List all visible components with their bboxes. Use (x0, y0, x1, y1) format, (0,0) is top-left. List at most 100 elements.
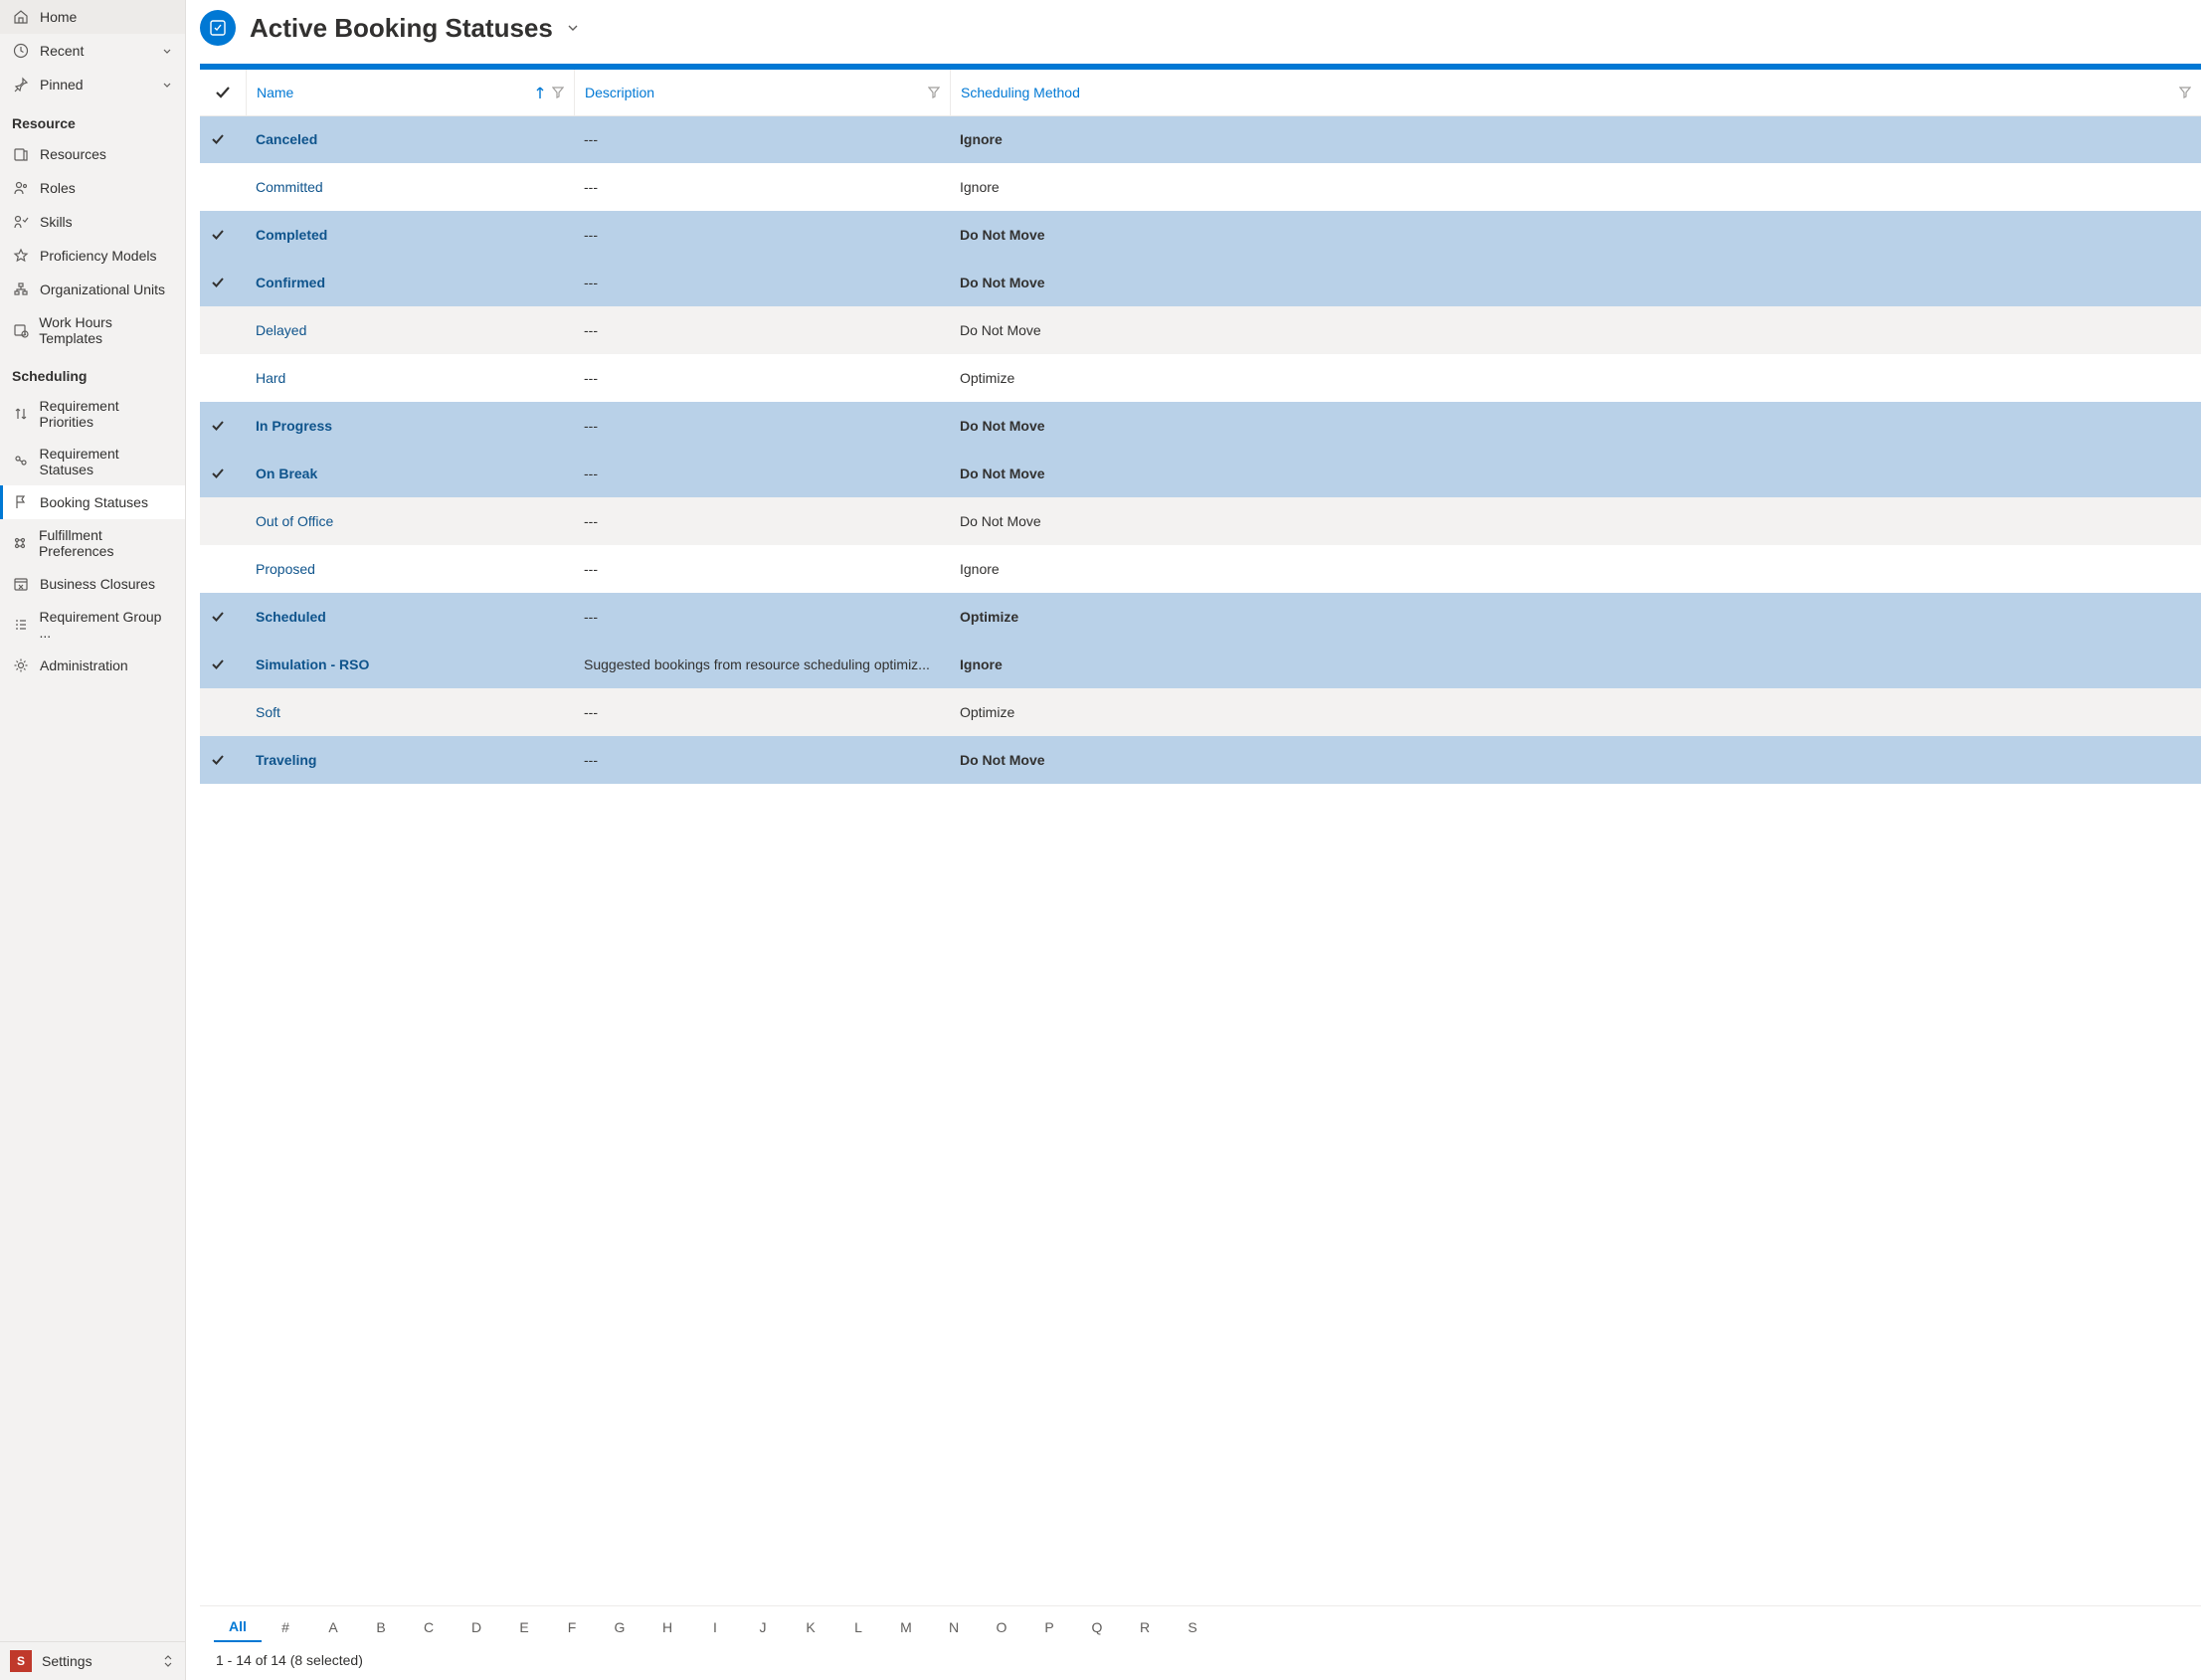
table-row[interactable]: Traveling---Do Not Move (200, 736, 2201, 784)
nav-administration[interactable]: Administration (0, 649, 185, 682)
table-row[interactable]: Scheduled---Optimize (200, 593, 2201, 641)
row-checkbox[interactable] (200, 641, 246, 688)
jump-a[interactable]: A (309, 1613, 357, 1641)
record-link[interactable]: Completed (256, 227, 327, 243)
row-checkbox[interactable] (200, 736, 246, 784)
table-row[interactable]: Out of Office---Do Not Move (200, 497, 2201, 545)
row-checkbox[interactable] (200, 593, 246, 641)
row-checkbox[interactable] (200, 306, 246, 354)
nav-label: Resources (40, 146, 106, 162)
record-link[interactable]: Confirmed (256, 275, 325, 290)
nav-skills[interactable]: Skills (0, 205, 185, 239)
table-row[interactable]: Committed---Ignore (200, 163, 2201, 211)
table-row[interactable]: Completed---Do Not Move (200, 211, 2201, 259)
record-link[interactable]: On Break (256, 466, 317, 481)
nav-label: Requirement Group ... (39, 609, 173, 641)
record-link[interactable]: Canceled (256, 131, 317, 147)
jump-g[interactable]: G (596, 1613, 643, 1641)
nav-business-closures[interactable]: Business Closures (0, 567, 185, 601)
filter-icon[interactable] (2179, 87, 2191, 98)
area-switcher[interactable]: S Settings (0, 1641, 185, 1680)
table-row[interactable]: Delayed---Do Not Move (200, 306, 2201, 354)
table-row[interactable]: In Progress---Do Not Move (200, 402, 2201, 450)
nav-requirement-group[interactable]: Requirement Group ... (0, 601, 185, 649)
view-selector-chevron[interactable] (565, 20, 581, 36)
row-checkbox[interactable] (200, 115, 246, 163)
filter-icon[interactable] (552, 87, 564, 98)
jump-d[interactable]: D (453, 1613, 500, 1641)
nav-resources[interactable]: Resources (0, 137, 185, 171)
table-row[interactable]: Simulation - RSOSuggested bookings from … (200, 641, 2201, 688)
jump-b[interactable]: B (357, 1613, 405, 1641)
jump-l[interactable]: L (834, 1613, 882, 1641)
row-checkbox[interactable] (200, 259, 246, 306)
jump-r[interactable]: R (1121, 1613, 1169, 1641)
record-link[interactable]: Delayed (256, 322, 306, 338)
jump-i[interactable]: I (691, 1613, 739, 1641)
jump-o[interactable]: O (978, 1613, 1025, 1641)
nav-org-units[interactable]: Organizational Units (0, 273, 185, 306)
jump-e[interactable]: E (500, 1613, 548, 1641)
table-row[interactable]: Confirmed---Do Not Move (200, 259, 2201, 306)
cell-description: --- (574, 115, 950, 163)
row-checkbox[interactable] (200, 354, 246, 402)
row-checkbox[interactable] (200, 688, 246, 736)
nav-home[interactable]: Home (0, 0, 185, 34)
cell-name: Hard (246, 354, 574, 402)
jump-all[interactable]: All (214, 1612, 262, 1642)
nav-recent[interactable]: Recent (0, 34, 185, 68)
record-link[interactable]: Committed (256, 179, 323, 195)
table-row[interactable]: Hard---Optimize (200, 354, 2201, 402)
row-checkbox[interactable] (200, 450, 246, 497)
nav-requirement-statuses[interactable]: Requirement Statuses (0, 438, 185, 485)
jump-p[interactable]: P (1025, 1613, 1073, 1641)
record-link[interactable]: Traveling (256, 752, 316, 768)
jump-k[interactable]: K (787, 1613, 834, 1641)
jump-c[interactable]: C (405, 1613, 453, 1641)
nav-pinned[interactable]: Pinned (0, 68, 185, 101)
jump-j[interactable]: J (739, 1613, 787, 1641)
filter-icon[interactable] (928, 87, 940, 98)
jump-m[interactable]: M (882, 1613, 930, 1641)
record-link[interactable]: Scheduled (256, 609, 326, 625)
column-header-name[interactable]: Name (246, 70, 574, 115)
column-header-scheduling-method[interactable]: Scheduling Method (950, 70, 2201, 115)
nav-requirement-priorities[interactable]: Requirement Priorities (0, 390, 185, 438)
nav-label: Requirement Statuses (39, 446, 173, 477)
jump-h[interactable]: H (643, 1613, 691, 1641)
table-row[interactable]: Proposed---Ignore (200, 545, 2201, 593)
row-checkbox[interactable] (200, 497, 246, 545)
table-row[interactable]: On Break---Do Not Move (200, 450, 2201, 497)
preferences-icon (12, 534, 29, 552)
nav-roles[interactable]: Roles (0, 171, 185, 205)
nav-work-hours-templates[interactable]: Work Hours Templates (0, 306, 185, 354)
record-link[interactable]: In Progress (256, 418, 332, 434)
table-row[interactable]: Soft---Optimize (200, 688, 2201, 736)
record-link[interactable]: Hard (256, 370, 285, 386)
row-checkbox[interactable] (200, 163, 246, 211)
jump-s[interactable]: S (1169, 1613, 1216, 1641)
home-icon (12, 8, 30, 26)
column-label: Scheduling Method (961, 85, 1080, 100)
cell-description: --- (574, 593, 950, 641)
column-header-description[interactable]: Description (574, 70, 950, 115)
column-header-select[interactable] (200, 70, 246, 115)
record-link[interactable]: Proposed (256, 561, 315, 577)
record-link[interactable]: Simulation - RSO (256, 656, 369, 672)
table-row[interactable]: Canceled---Ignore (200, 115, 2201, 163)
record-link[interactable]: Soft (256, 704, 280, 720)
nav-proficiency-models[interactable]: Proficiency Models (0, 239, 185, 273)
jump-#[interactable]: # (262, 1613, 309, 1641)
nav-fulfillment-preferences[interactable]: Fulfillment Preferences (0, 519, 185, 567)
nav-booking-statuses[interactable]: Booking Statuses (0, 485, 185, 519)
jump-f[interactable]: F (548, 1613, 596, 1641)
record-link[interactable]: Out of Office (256, 513, 333, 529)
nav-label: Work Hours Templates (39, 314, 173, 346)
row-checkbox[interactable] (200, 545, 246, 593)
jump-q[interactable]: Q (1073, 1613, 1121, 1641)
cell-description: --- (574, 354, 950, 402)
row-checkbox[interactable] (200, 211, 246, 259)
row-checkbox[interactable] (200, 402, 246, 450)
jump-n[interactable]: N (930, 1613, 978, 1641)
nav-label: Administration (40, 657, 128, 673)
